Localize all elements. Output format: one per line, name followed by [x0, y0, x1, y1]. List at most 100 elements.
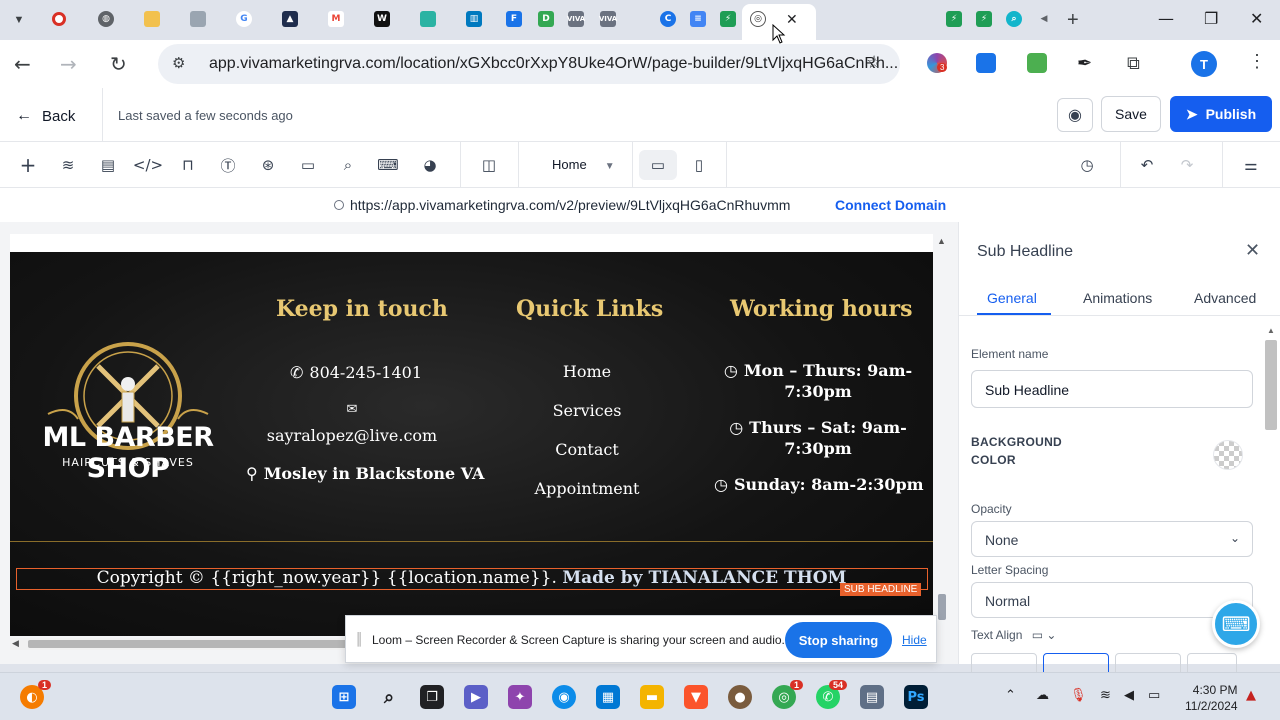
- opacity-select[interactable]: None ⌄: [971, 521, 1253, 557]
- forward-arrow-icon[interactable]: →: [60, 52, 77, 76]
- chrome-profile-icon[interactable]: ●: [728, 685, 752, 709]
- store-icon[interactable]: ▦: [596, 685, 620, 709]
- align-right-button[interactable]: [1115, 653, 1181, 673]
- teams-icon[interactable]: ▶: [464, 685, 488, 709]
- scrollbar-thumb[interactable]: [28, 640, 348, 648]
- quick-link-services[interactable]: Services: [517, 401, 657, 420]
- quick-links-heading[interactable]: Quick Links: [516, 296, 663, 322]
- quick-link-home[interactable]: Home: [517, 362, 657, 381]
- hours-mon-thurs-end[interactable]: 7:30pm: [723, 382, 913, 401]
- back-button[interactable]: ← Back: [16, 107, 75, 125]
- code-icon[interactable]: </>: [133, 154, 163, 176]
- stop-sharing-button[interactable]: Stop sharing: [785, 622, 892, 658]
- terminal-icon[interactable]: ⌨: [377, 154, 399, 176]
- back-arrow-icon[interactable]: ←: [14, 52, 31, 76]
- tab-general[interactable]: General: [987, 290, 1037, 306]
- battery-icon[interactable]: ▭: [1148, 688, 1160, 703]
- site-settings-icon[interactable]: ⚙: [172, 54, 185, 72]
- palette-icon[interactable]: ◕: [419, 154, 441, 176]
- hours-thurs-sat-end[interactable]: 7:30pm: [723, 439, 913, 458]
- extension-icon-colorful[interactable]: 3: [927, 53, 948, 73]
- seo-icon[interactable]: ⌕: [337, 154, 359, 176]
- close-icon[interactable]: ✕: [1245, 240, 1260, 261]
- tab-favicon-viva[interactable]: VIVA: [567, 11, 585, 27]
- help-chat-button[interactable]: ⌨: [1212, 600, 1260, 648]
- tab-search-icon[interactable]: ▼: [0, 0, 38, 40]
- pages-icon[interactable]: ▤: [97, 154, 119, 176]
- tab-favicon-dark[interactable]: ▲: [282, 11, 298, 27]
- edge-app-icon[interactable]: ◐ 1: [20, 680, 51, 709]
- windows-start-icon[interactable]: ⊞: [332, 685, 356, 709]
- notification-bell-icon[interactable]: ▲: [1246, 688, 1256, 703]
- settings-sliders-icon[interactable]: ⚌: [1240, 154, 1262, 176]
- tab-favicon-google[interactable]: G: [236, 11, 252, 27]
- desktop-icon[interactable]: ▭ ⌄: [1032, 628, 1057, 642]
- layers-icon[interactable]: ≋: [57, 154, 79, 176]
- tab-favicon-grey[interactable]: [190, 11, 206, 27]
- keep-in-touch-heading[interactable]: Keep in touch: [276, 296, 448, 322]
- preview-url[interactable]: https://app.vivamarketingrva.com/v2/prev…: [334, 197, 790, 213]
- profile-avatar[interactable]: T: [1191, 51, 1217, 77]
- photoshop-icon[interactable]: Ps: [904, 685, 928, 709]
- tab-favicon-trello[interactable]: ▥: [466, 11, 482, 27]
- address-line[interactable]: ⚲ Mosley in Blackstone VA: [246, 464, 484, 483]
- eyedropper-icon[interactable]: ✒: [1077, 53, 1097, 73]
- tab-favicon-search[interactable]: ⌕: [1006, 11, 1022, 27]
- tab-favicon-green[interactable]: D: [538, 11, 554, 27]
- restore-icon[interactable]: ❐: [1204, 9, 1218, 28]
- background-color-swatch[interactable]: [1213, 440, 1243, 470]
- tab-favicon-highlevel-2[interactable]: ⚡: [946, 11, 962, 27]
- bookmark-star-icon[interactable]: ☆: [866, 52, 882, 73]
- window-close-icon[interactable]: ✕: [1250, 9, 1263, 28]
- copyright-sub-headline[interactable]: Copyright © {{right_now.year}} {{locatio…: [10, 568, 933, 588]
- tab-favicon-gmail[interactable]: M: [328, 11, 344, 27]
- builder-canvas[interactable]: ML BARBER SHOP HAIRCUTS & SHAVES Keep in…: [0, 222, 958, 664]
- extension-icon-blue[interactable]: [976, 53, 996, 73]
- hours-sunday[interactable]: ◷ Sunday: 8am-2:30pm: [714, 475, 924, 494]
- letter-spacing-select[interactable]: Normal ⌄: [971, 582, 1253, 618]
- tab-close-icon[interactable]: ✕: [786, 11, 798, 28]
- chrome-icon[interactable]: ◎ 1: [772, 680, 803, 709]
- split-view-icon[interactable]: ◫: [478, 154, 500, 176]
- text-icon[interactable]: Ⓣ: [217, 154, 239, 176]
- sub-headline-tag[interactable]: SUB HEADLINE: [840, 583, 922, 596]
- page-select[interactable]: Home ▼: [552, 157, 615, 172]
- barber-shop-logo[interactable]: ML BARBER SHOP HAIRCUTS & SHAVES: [28, 334, 228, 484]
- preview-eye-button[interactable]: ◉: [1057, 98, 1093, 132]
- tab-favicon-docs[interactable]: ≡: [690, 11, 706, 27]
- task-view-icon[interactable]: ❐: [420, 685, 444, 709]
- hours-thurs-sat[interactable]: ◷ Thurs – Sat: 9am-: [723, 418, 913, 437]
- align-justify-button[interactable]: [1187, 653, 1237, 673]
- tray-chevron-icon[interactable]: ⌃: [1005, 688, 1016, 703]
- tab-favicon-w[interactable]: W: [374, 11, 390, 27]
- tab-favicon-highlevel-3[interactable]: ⚡: [976, 11, 992, 27]
- edge-browser-icon[interactable]: ◉: [552, 685, 576, 709]
- browser-menu-icon[interactable]: ⋮: [1248, 51, 1266, 72]
- site-footer-section[interactable]: ML BARBER SHOP HAIRCUTS & SHAVES Keep in…: [10, 252, 933, 636]
- app-icon[interactable]: ▤: [860, 685, 884, 709]
- email-text[interactable]: sayralopez@live.com: [262, 426, 442, 445]
- canvas-vertical-scrollbar[interactable]: ▲: [936, 234, 948, 634]
- brave-icon[interactable]: ▼: [684, 685, 708, 709]
- whatsapp-icon[interactable]: ✆ 54: [816, 680, 847, 709]
- microphone-icon[interactable]: 🎙: [1070, 688, 1087, 703]
- paint-roller-icon[interactable]: ⊓: [177, 154, 199, 176]
- volume-icon[interactable]: ◀: [1124, 688, 1134, 703]
- new-tab-icon[interactable]: +: [1067, 9, 1079, 32]
- tab-favicon-cloud[interactable]: [420, 11, 436, 27]
- reload-icon[interactable]: ↻: [110, 52, 127, 76]
- working-hours-heading[interactable]: Working hours: [730, 296, 912, 322]
- search-icon[interactable]: ⌕: [377, 685, 401, 709]
- tab-favicon-audio[interactable]: ◀: [1036, 11, 1052, 27]
- wifi-icon[interactable]: ≋: [1100, 688, 1111, 703]
- mobile-view-button[interactable]: ▯: [680, 150, 718, 180]
- tab-favicon-globe[interactable]: ◍: [98, 11, 114, 27]
- tab-animations[interactable]: Animations: [1083, 290, 1152, 306]
- tab-advanced[interactable]: Advanced: [1194, 290, 1256, 306]
- align-center-button[interactable]: [1043, 653, 1109, 673]
- address-url[interactable]: app.vivamarketingrva.com/location/xGXbcc…: [209, 55, 898, 73]
- history-icon[interactable]: ◷: [1076, 154, 1098, 176]
- previous-section[interactable]: [10, 234, 933, 252]
- drag-handle-icon[interactable]: ║: [355, 632, 364, 646]
- tab-favicon-record[interactable]: [52, 12, 66, 26]
